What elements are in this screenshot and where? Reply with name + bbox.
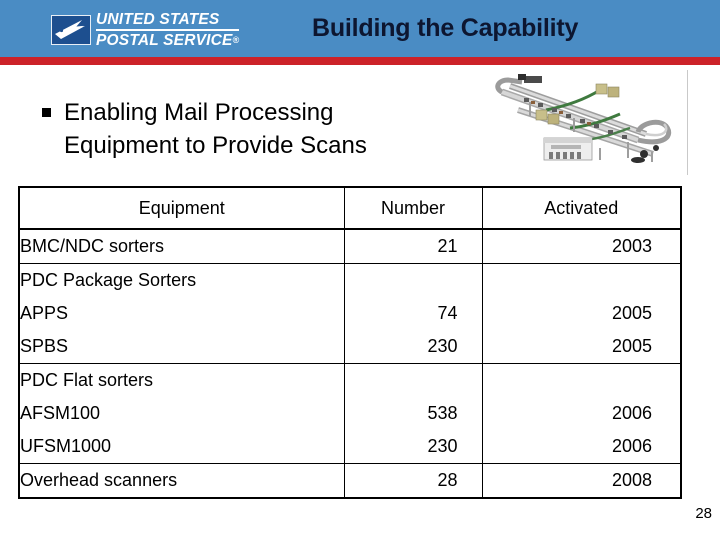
- usps-wordmark-line2: POSTAL SERVICE®: [96, 31, 239, 49]
- cell-line: PDC Flat sorters: [20, 370, 154, 390]
- mail-processing-equipment-photo: [488, 66, 688, 176]
- column-header-number: Number: [343, 186, 483, 230]
- cell-activated: 2006 2006: [481, 363, 682, 464]
- usps-eagle-icon: [51, 15, 91, 45]
- bullet-line-2: Equipment to Provide Scans: [64, 132, 367, 159]
- cell-line: APPS: [20, 303, 69, 323]
- usps-wordmark-line1: UNITED STATES: [96, 12, 240, 31]
- cell-line: 2006: [611, 403, 652, 423]
- cell-activated: 2005 2005: [481, 263, 682, 364]
- cell-number: 28: [343, 463, 483, 499]
- cell-line: 2008: [611, 470, 652, 490]
- usps-wordmark: UNITED STATES POSTAL SERVICE®: [96, 12, 240, 49]
- column-header-equipment: Equipment: [18, 186, 345, 230]
- cell-line: 2005: [611, 303, 652, 323]
- cell-number: 538 230: [343, 363, 483, 464]
- cell-line: 230: [427, 436, 458, 456]
- square-bullet-icon: [42, 108, 51, 117]
- cell-activated: 2003: [481, 228, 682, 264]
- cell-line: 2005: [611, 336, 652, 356]
- cell-line: 21: [437, 236, 458, 256]
- bullet-item-label: Enabling Mail Processing Equipment to Pr…: [64, 96, 367, 162]
- bullet-line-1: Enabling Mail Processing: [64, 99, 334, 126]
- cell-line: UFSM1000: [20, 436, 112, 456]
- cell-number: 21: [343, 228, 483, 264]
- cell-line: Overhead scanners: [20, 470, 178, 490]
- cell-line: 2003: [611, 236, 652, 256]
- cell-equipment: Overhead scanners: [18, 463, 345, 499]
- table-header-row: Equipment Number Activated: [18, 186, 682, 230]
- cell-line: SPBS: [20, 336, 69, 356]
- cell-activated: 2008: [481, 463, 682, 499]
- usps-logo: UNITED STATES POSTAL SERVICE®: [51, 12, 240, 49]
- header-red-rule: [0, 57, 720, 65]
- cell-line: 2006: [611, 436, 652, 456]
- table-row: BMC/NDC sorters 21 2003: [18, 228, 682, 264]
- column-header-activated: Activated: [481, 186, 682, 230]
- bullet-list: Enabling Mail Processing Equipment to Pr…: [42, 96, 472, 162]
- cell-line: 74: [437, 303, 458, 323]
- cell-line: 538: [427, 403, 458, 423]
- table-row: Overhead scanners 28 2008: [18, 463, 682, 499]
- page-title: Building the Capability: [312, 14, 579, 42]
- cell-line: PDC Package Sorters: [20, 270, 197, 290]
- cell-equipment: BMC/NDC sorters: [18, 228, 345, 264]
- cell-equipment: PDC Package Sorters APPS SPBS: [18, 263, 345, 364]
- cell-number: 74 230: [343, 263, 483, 364]
- equipment-table: Equipment Number Activated BMC/NDC sorte…: [18, 186, 682, 499]
- usps-wordmark-line2-text: POSTAL SERVICE: [96, 31, 233, 49]
- cell-line: BMC/NDC sorters: [20, 236, 165, 256]
- table-row: PDC Flat sorters AFSM100 UFSM1000 538 23…: [18, 363, 682, 464]
- cell-line: AFSM100: [20, 403, 101, 423]
- table-row: PDC Package Sorters APPS SPBS 74 230 200…: [18, 263, 682, 364]
- cell-equipment: PDC Flat sorters AFSM100 UFSM1000: [18, 363, 345, 464]
- registered-trademark-icon: ®: [232, 34, 240, 45]
- list-item: Enabling Mail Processing Equipment to Pr…: [42, 96, 472, 162]
- cell-line: 230: [427, 336, 458, 356]
- page-number: 28: [695, 505, 712, 522]
- cell-line: 28: [437, 470, 458, 490]
- image-edge-line: [687, 70, 688, 175]
